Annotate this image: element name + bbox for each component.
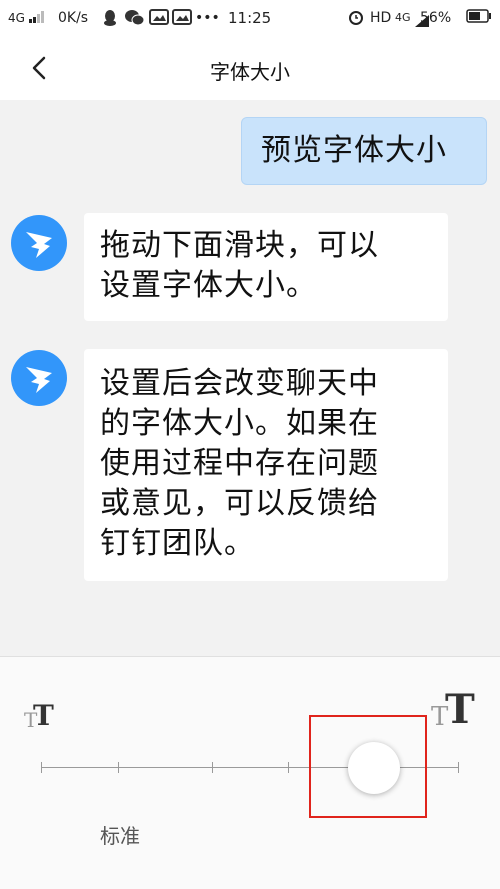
qq-icon	[102, 9, 118, 32]
svg-text:T: T	[33, 699, 54, 731]
more-notifications: •••	[195, 10, 220, 26]
alarm-icon	[348, 9, 364, 30]
message-line: 设置字体大小。	[100, 268, 317, 303]
battery-icon	[466, 9, 492, 28]
message-line: 设置后会改变聊天中	[100, 366, 379, 401]
message-bubble-self: 预览字体大小	[241, 117, 487, 185]
gallery-icon	[149, 9, 169, 30]
gallery-icon	[172, 9, 192, 30]
avatar	[11, 215, 67, 271]
message-bubble-bot: 拖动下面滑块，可以 设置字体大小。	[84, 213, 448, 321]
dingtalk-logo-icon	[26, 232, 52, 258]
slider-tick[interactable]	[212, 762, 213, 773]
message-line: 或意见，可以反馈给	[100, 486, 379, 521]
chat-preview: 预览字体大小 拖动下面滑块，可以 设置字体大小。 设置后会改变聊天中 的字体大小…	[0, 100, 500, 656]
network-indicator-left: 4G	[8, 9, 45, 27]
slider-tick[interactable]	[118, 762, 119, 773]
message-line: 钉钉团队。	[100, 526, 255, 561]
battery-level: 56%	[420, 10, 452, 26]
status-bar: 4G 0K/s ••• 11:25 HD 4G 56%	[0, 0, 500, 36]
small-t-icon: T T	[24, 699, 54, 731]
dingtalk-logo-icon	[26, 367, 52, 393]
font-size-panel: T T T T 标准	[0, 656, 500, 889]
wechat-icon	[124, 9, 145, 32]
message-line: 的字体大小。如果在	[100, 406, 379, 441]
highlight-box	[309, 715, 427, 818]
message-line: 拖动下面滑块，可以	[100, 228, 379, 263]
large-t-icon: T T	[431, 686, 475, 729]
network-label: 4G	[8, 11, 25, 25]
network-speed: 0K/s	[58, 10, 89, 26]
hd-label: HD	[370, 10, 392, 26]
page-title: 字体大小	[210, 60, 290, 84]
slider-tick[interactable]	[288, 762, 289, 773]
nav-header: 字体大小	[0, 36, 500, 100]
slider-tick[interactable]	[458, 762, 459, 773]
signal-icon	[29, 11, 45, 23]
avatar	[11, 350, 67, 406]
message-text: 预览字体大小	[261, 133, 447, 168]
svg-text:T: T	[445, 686, 475, 729]
standard-size-label: 标准	[100, 824, 140, 848]
clock: 11:25	[228, 9, 272, 27]
slider-tick[interactable]	[41, 762, 42, 773]
network-label: 4G	[395, 11, 411, 24]
message-line: 使用过程中存在问题	[100, 446, 379, 481]
message-bubble-bot: 设置后会改变聊天中 的字体大小。如果在 使用过程中存在问题 或意见，可以反馈给 …	[84, 349, 448, 581]
